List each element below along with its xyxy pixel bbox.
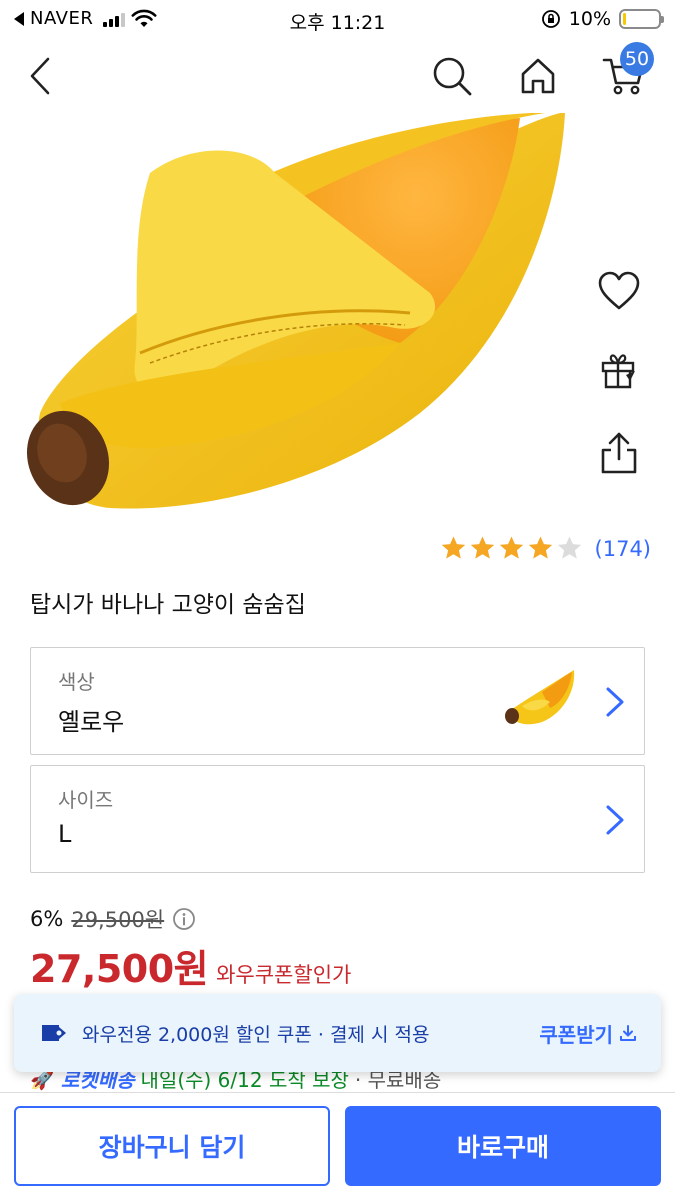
coupon-icon: [42, 1025, 66, 1041]
wishlist-button[interactable]: [593, 265, 645, 317]
get-coupon-button[interactable]: 쿠폰받기: [539, 1019, 637, 1048]
product-rating[interactable]: (174): [440, 535, 651, 562]
orientation-lock-icon: [541, 10, 560, 28]
top-navigation: 50: [0, 40, 675, 112]
product-title: 탑시가 바나나 고양이 숨숨집: [30, 592, 306, 618]
gift-button[interactable]: [593, 345, 645, 397]
coupon-text: 와우전용 2,000원 할인 쿠폰 · 결제 시 적용: [82, 1023, 430, 1046]
gift-icon: [601, 354, 635, 389]
chevron-right-icon: [606, 687, 624, 717]
download-icon: [620, 1025, 636, 1041]
size-option-value: L: [58, 820, 72, 848]
product-image[interactable]: [0, 113, 675, 513]
star-filled-icon: [499, 536, 523, 559]
coupon-banner[interactable]: 와우전용 2,000원 할인 쿠폰 · 결제 시 적용 쿠폰받기: [14, 994, 661, 1072]
cart-count-badge: 50: [620, 42, 654, 76]
battery-level: [623, 13, 627, 25]
home-button[interactable]: [512, 50, 564, 102]
share-button[interactable]: [593, 427, 645, 479]
color-option-selector[interactable]: 색상 옐로우: [30, 647, 645, 755]
sale-price: 27,500원: [30, 947, 209, 991]
buy-now-button[interactable]: 바로구매: [345, 1106, 661, 1186]
info-icon[interactable]: [172, 907, 196, 931]
chevron-left-icon: [30, 57, 50, 95]
battery-icon: [619, 9, 664, 29]
star-filled-icon: [441, 536, 465, 559]
review-count[interactable]: (174): [595, 537, 651, 561]
color-thumbnail: [505, 670, 575, 725]
search-icon: [433, 57, 472, 96]
share-icon: [601, 432, 637, 474]
coupon-price-label: 와우쿠폰할인가: [216, 963, 352, 987]
color-option-label: 색상: [58, 670, 95, 694]
cart-button[interactable]: 50: [598, 42, 654, 102]
star-empty-icon: [557, 536, 581, 559]
home-icon: [521, 58, 555, 94]
add-to-cart-button[interactable]: 장바구니 담기: [14, 1106, 330, 1186]
heart-icon: [598, 271, 640, 310]
status-right: 10%: [541, 8, 664, 30]
chevron-right-icon: [606, 805, 624, 835]
color-option-value: 옐로우: [58, 708, 125, 736]
back-button[interactable]: [14, 50, 66, 102]
sale-price-row: 27,500원 와우쿠폰할인가: [30, 938, 351, 993]
get-coupon-label: 쿠폰받기: [539, 1022, 613, 1047]
size-option-label: 사이즈: [58, 788, 114, 812]
status-bar: NAVER 오후 11:21 10%: [0, 0, 675, 40]
search-button[interactable]: [426, 50, 478, 102]
discount-rate: 6%: [30, 907, 64, 931]
battery-percent: 10%: [568, 8, 611, 30]
discount-row: 6% 29,500원: [30, 904, 196, 934]
original-price: 29,500원: [71, 908, 165, 932]
star-rating: [440, 535, 583, 562]
banana-bed-image: [26, 113, 565, 509]
bottom-action-bar: 장바구니 담기 바로구매: [0, 1093, 675, 1200]
star-filled-icon: [528, 536, 552, 559]
star-filled-icon: [470, 536, 494, 559]
size-option-selector[interactable]: 사이즈 L: [30, 765, 645, 873]
